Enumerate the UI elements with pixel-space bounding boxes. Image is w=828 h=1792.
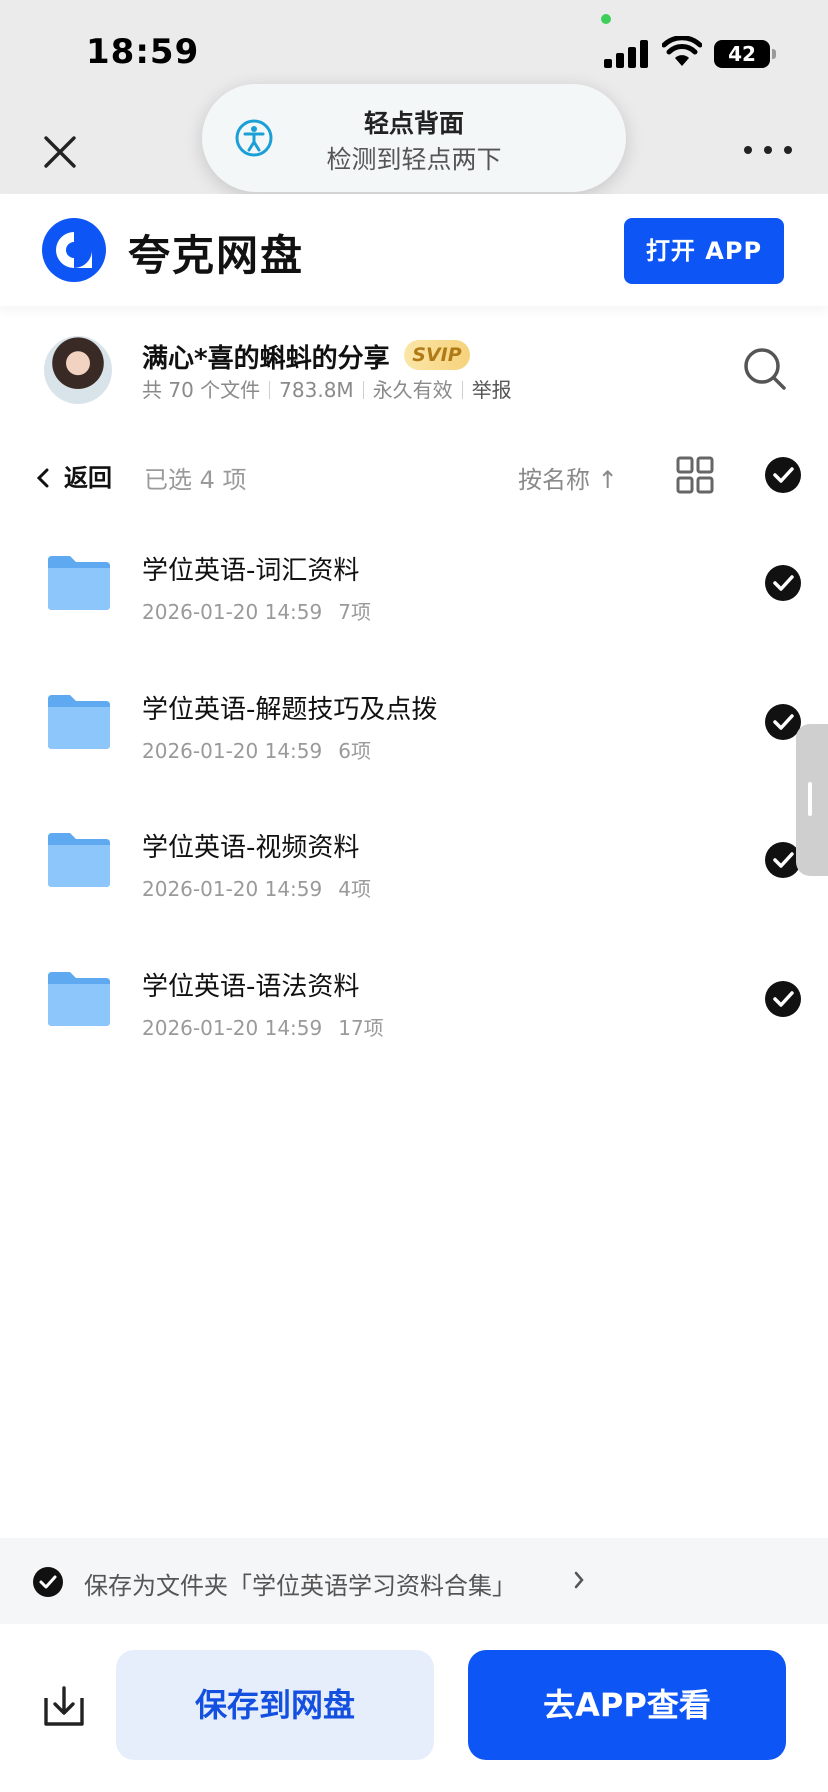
search-icon[interactable] [742, 346, 788, 392]
checked-icon[interactable] [764, 980, 802, 1018]
sort-by-name-button[interactable]: 按名称 ↑ [518, 460, 618, 495]
share-validity: 永久有效 [372, 378, 453, 402]
share-meta: 共 70 个文件 783.8M 永久有效 举报 [142, 374, 512, 403]
file-name: 学位英语-视频资料 [142, 833, 360, 863]
select-all-checkbox[interactable] [764, 456, 802, 494]
open-app-button[interactable]: 打开 APP [624, 218, 784, 284]
file-date: 2026-01-20 14:59 [142, 877, 323, 901]
file-name: 学位英语-语法资料 [142, 971, 360, 1002]
list-item[interactable]: 学位英语-语法资料 2026-01-20 14:59 17项 [0, 946, 828, 1085]
checked-icon[interactable] [764, 564, 802, 602]
toast-subtitle: 检测到轻点两下 [326, 145, 502, 174]
file-date: 2026-01-20 14:59 [142, 738, 323, 763]
checked-icon[interactable] [32, 1566, 64, 1598]
save-to-drive-button[interactable]: 保存到网盘 [116, 1650, 434, 1760]
file-meta: 2026-01-20 14:59 7项 [142, 596, 371, 625]
folder-icon [48, 971, 110, 1026]
status-time: 18:59 [86, 32, 200, 72]
file-item-count: 17项 [338, 1015, 384, 1040]
file-meta: 2026-01-20 14:59 4项 [142, 873, 371, 902]
side-drag-handle[interactable] [796, 724, 828, 876]
file-name: 学位英语-词汇资料 [142, 556, 360, 586]
share-size: 783.8M [279, 378, 354, 402]
grid-view-icon[interactable] [676, 456, 714, 494]
list-item[interactable]: 学位英语-词汇资料 2026-01-20 14:59 7项 [0, 530, 828, 669]
file-list: 学位英语-词汇资料 2026-01-20 14:59 7项 学位英语-解题技巧及点… [0, 530, 828, 1084]
battery-tip [772, 49, 776, 59]
chevron-left-icon [36, 468, 49, 488]
save-as-folder-option[interactable]: 保存为文件夹「学位英语学习资料合集」 [0, 1538, 828, 1624]
share-file-count: 共 70 个文件 [142, 378, 261, 402]
file-name: 学位英语-解题技巧及点拨 [142, 694, 438, 725]
avatar [44, 336, 112, 404]
chevron-right-icon [574, 1571, 584, 1589]
file-item-count: 7项 [338, 600, 371, 624]
file-item-count: 4项 [338, 877, 371, 901]
selected-count: 已选 4 项 [144, 466, 247, 494]
battery-indicator: 42 [714, 40, 770, 68]
wifi-icon [662, 36, 702, 66]
download-icon[interactable] [40, 1684, 88, 1728]
list-item[interactable]: 学位英语-解题技巧及点拨 2026-01-20 14:59 6项 [0, 669, 828, 808]
close-icon[interactable] [36, 128, 84, 176]
file-meta: 2026-01-20 14:59 6项 [142, 735, 371, 764]
folder-icon [48, 694, 110, 749]
folder-icon [48, 833, 110, 887]
file-date: 2026-01-20 14:59 [142, 600, 323, 624]
more-options-button[interactable] [740, 130, 796, 170]
cellular-signal-icon [604, 40, 648, 68]
file-item-count: 6项 [338, 738, 371, 763]
back-button[interactable]: 返回 [36, 458, 112, 494]
svip-badge: SVIP [404, 340, 470, 370]
back-label: 返回 [64, 464, 112, 492]
brand-name: 夸克网盘 [128, 231, 305, 280]
save-as-folder-label: 保存为文件夹「学位英语学习资料合集」 [84, 1572, 516, 1600]
back-tap-toast: 轻点背面 检测到轻点两下 [202, 84, 626, 192]
file-meta: 2026-01-20 14:59 17项 [142, 1012, 384, 1041]
toast-title: 轻点背面 [363, 109, 464, 138]
file-date: 2026-01-20 14:59 [142, 1015, 323, 1040]
view-in-app-button[interactable]: 去APP查看 [468, 1650, 786, 1760]
quark-logo-icon [42, 218, 106, 282]
report-link[interactable]: 举报 [472, 378, 512, 402]
list-item[interactable]: 学位英语-视频资料 2026-01-20 14:59 4项 [0, 807, 828, 946]
folder-icon [48, 556, 110, 610]
privacy-indicator [601, 14, 611, 24]
brand-header: 夸克网盘 打开 APP [0, 194, 828, 306]
share-title: 满心*喜的蝌蚪的分享 [142, 344, 390, 374]
